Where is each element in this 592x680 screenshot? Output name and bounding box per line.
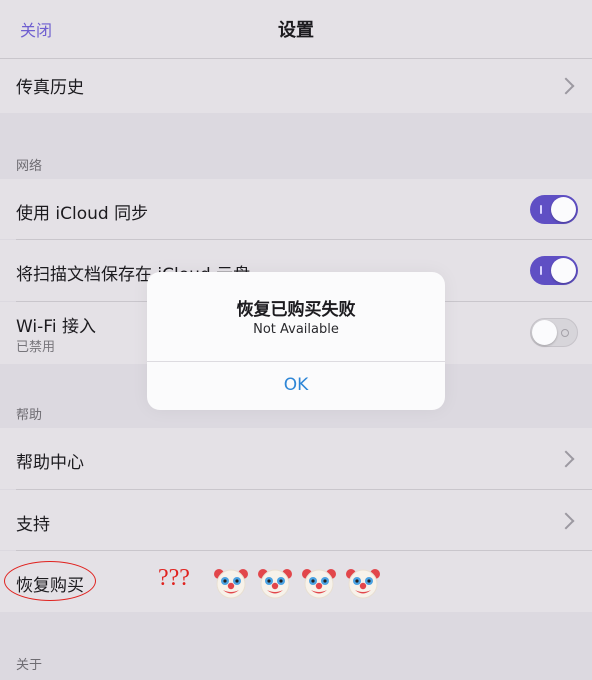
section-title-network: 网络	[16, 159, 43, 174]
save-scans-icloud-toggle[interactable]	[530, 256, 578, 285]
toggle-knob	[551, 258, 576, 283]
nav-bar: 关闭 设置	[0, 0, 592, 58]
clown-face-icon	[214, 569, 248, 599]
alert-dialog: 恢复已购买失败 Not Available OK	[147, 272, 445, 410]
page-title: 设置	[278, 20, 314, 41]
section-title-help: 帮助	[16, 408, 43, 423]
clown-face-icon	[346, 569, 380, 599]
row-label: 帮助中心	[16, 453, 84, 473]
dialog-title: 恢复已购买失败	[236, 300, 356, 320]
clown-face-icon	[302, 569, 336, 599]
toggle-off-indicator	[561, 329, 569, 337]
settings-screen: 关闭 设置 传真历史 网络 使用 iCloud 同步 将扫描文档保存在 iClo…	[0, 0, 592, 680]
section-title-about: 关于	[16, 658, 43, 673]
chevron-right-icon	[557, 512, 575, 530]
row-label: Wi-Fi 接入	[16, 317, 96, 337]
row-help-center[interactable]: 帮助中心	[0, 428, 592, 489]
row-label: 传真历史	[16, 78, 84, 98]
row-label: 使用 iCloud 同步	[16, 204, 149, 224]
clown-face-icon	[258, 569, 292, 599]
chevron-right-icon	[557, 77, 575, 95]
annotation-question-marks: ???	[158, 565, 190, 591]
chevron-right-icon	[557, 450, 575, 468]
row-label: 支持	[16, 515, 50, 535]
annotation-circle	[4, 561, 96, 601]
row-use-icloud-sync: 使用 iCloud 同步	[0, 179, 592, 239]
icloud-sync-toggle[interactable]	[530, 195, 578, 224]
ok-button[interactable]: OK	[147, 361, 445, 410]
row-support[interactable]: 支持	[0, 490, 592, 550]
wifi-access-toggle[interactable]	[530, 318, 578, 347]
toggle-on-indicator	[540, 266, 542, 275]
wifi-status-text: 已禁用	[16, 340, 56, 355]
row-fax-history[interactable]: 传真历史	[0, 59, 592, 113]
toggle-knob	[551, 197, 576, 222]
toggle-on-indicator	[540, 205, 542, 214]
toggle-knob	[532, 320, 557, 345]
dialog-message: Not Available	[253, 322, 339, 337]
